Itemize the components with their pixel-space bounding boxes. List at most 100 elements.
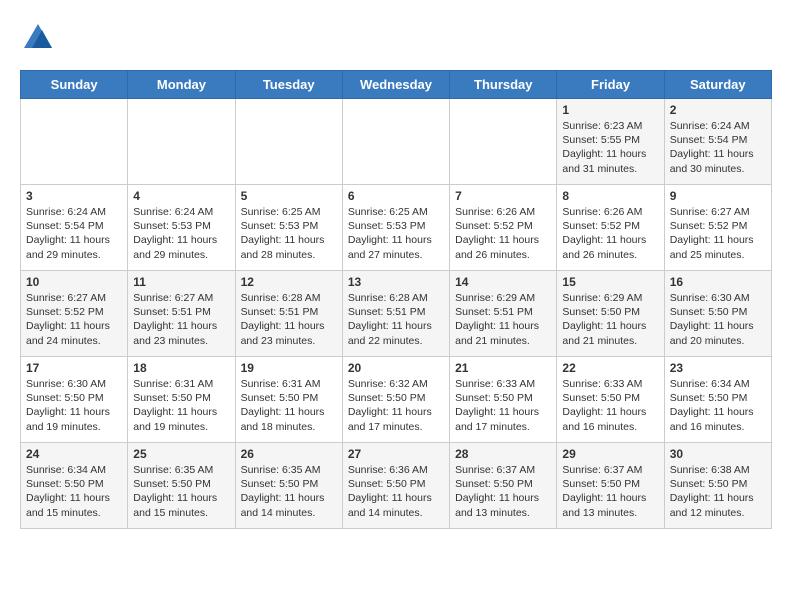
day-header-monday: Monday <box>128 71 235 99</box>
day-cell: 29 Sunrise: 6:37 AM Sunset: 5:50 PM Dayli… <box>557 443 664 529</box>
day-cell: 24 Sunrise: 6:34 AM Sunset: 5:50 PM Dayli… <box>21 443 128 529</box>
logo <box>20 20 60 56</box>
day-info: Sunrise: 6:24 AM Sunset: 5:54 PM Dayligh… <box>26 205 122 262</box>
week-row-3: 10 Sunrise: 6:27 AM Sunset: 5:52 PM Dayli… <box>21 271 772 357</box>
day-number: 27 <box>348 447 444 461</box>
day-info: Sunrise: 6:29 AM Sunset: 5:51 PM Dayligh… <box>455 291 551 348</box>
day-cell: 18 Sunrise: 6:31 AM Sunset: 5:50 PM Dayli… <box>128 357 235 443</box>
day-info: Sunrise: 6:38 AM Sunset: 5:50 PM Dayligh… <box>670 463 766 520</box>
day-number: 21 <box>455 361 551 375</box>
day-cell: 5 Sunrise: 6:25 AM Sunset: 5:53 PM Daylig… <box>235 185 342 271</box>
page: SundayMondayTuesdayWednesdayThursdayFrid… <box>0 0 792 539</box>
day-number: 4 <box>133 189 229 203</box>
day-info: Sunrise: 6:26 AM Sunset: 5:52 PM Dayligh… <box>455 205 551 262</box>
day-number: 14 <box>455 275 551 289</box>
day-number: 30 <box>670 447 766 461</box>
day-cell: 14 Sunrise: 6:29 AM Sunset: 5:51 PM Dayli… <box>450 271 557 357</box>
day-cell: 10 Sunrise: 6:27 AM Sunset: 5:52 PM Dayli… <box>21 271 128 357</box>
day-cell: 2 Sunrise: 6:24 AM Sunset: 5:54 PM Daylig… <box>664 99 771 185</box>
day-number: 25 <box>133 447 229 461</box>
calendar-body: 1 Sunrise: 6:23 AM Sunset: 5:55 PM Daylig… <box>21 99 772 529</box>
day-info: Sunrise: 6:28 AM Sunset: 5:51 PM Dayligh… <box>241 291 337 348</box>
day-number: 8 <box>562 189 658 203</box>
day-number: 29 <box>562 447 658 461</box>
day-info: Sunrise: 6:27 AM Sunset: 5:52 PM Dayligh… <box>26 291 122 348</box>
day-info: Sunrise: 6:31 AM Sunset: 5:50 PM Dayligh… <box>241 377 337 434</box>
day-info: Sunrise: 6:32 AM Sunset: 5:50 PM Dayligh… <box>348 377 444 434</box>
day-number: 11 <box>133 275 229 289</box>
day-cell <box>21 99 128 185</box>
day-info: Sunrise: 6:35 AM Sunset: 5:50 PM Dayligh… <box>133 463 229 520</box>
day-info: Sunrise: 6:35 AM Sunset: 5:50 PM Dayligh… <box>241 463 337 520</box>
day-cell: 7 Sunrise: 6:26 AM Sunset: 5:52 PM Daylig… <box>450 185 557 271</box>
day-cell: 22Sunrise: 6:33 AM Sunset: 5:50 PM Dayli… <box>557 357 664 443</box>
week-row-4: 17Sunrise: 6:30 AM Sunset: 5:50 PM Dayli… <box>21 357 772 443</box>
logo-icon <box>20 20 56 56</box>
day-header-sunday: Sunday <box>21 71 128 99</box>
day-number: 13 <box>348 275 444 289</box>
day-cell: 15 Sunrise: 6:29 AM Sunset: 5:50 PM Dayli… <box>557 271 664 357</box>
day-cell <box>235 99 342 185</box>
day-cell <box>128 99 235 185</box>
day-cell <box>450 99 557 185</box>
day-cell: 20 Sunrise: 6:32 AM Sunset: 5:50 PM Dayli… <box>342 357 449 443</box>
day-info: Sunrise: 6:27 AM Sunset: 5:51 PM Dayligh… <box>133 291 229 348</box>
week-row-5: 24 Sunrise: 6:34 AM Sunset: 5:50 PM Dayli… <box>21 443 772 529</box>
day-number: 1 <box>562 103 658 117</box>
day-info: Sunrise: 6:34 AM Sunset: 5:50 PM Dayligh… <box>26 463 122 520</box>
day-cell: 9 Sunrise: 6:27 AM Sunset: 5:52 PM Daylig… <box>664 185 771 271</box>
day-cell: 1 Sunrise: 6:23 AM Sunset: 5:55 PM Daylig… <box>557 99 664 185</box>
day-number: 23 <box>670 361 766 375</box>
day-info: Sunrise: 6:31 AM Sunset: 5:50 PM Dayligh… <box>133 377 229 434</box>
day-number: 5 <box>241 189 337 203</box>
day-info: Sunrise: 6:30 AM Sunset: 5:50 PM Dayligh… <box>670 291 766 348</box>
day-number: 26 <box>241 447 337 461</box>
calendar-header: SundayMondayTuesdayWednesdayThursdayFrid… <box>21 71 772 99</box>
day-info: Sunrise: 6:25 AM Sunset: 5:53 PM Dayligh… <box>241 205 337 262</box>
day-cell: 19 Sunrise: 6:31 AM Sunset: 5:50 PM Dayli… <box>235 357 342 443</box>
day-cell: 27 Sunrise: 6:36 AM Sunset: 5:50 PM Dayli… <box>342 443 449 529</box>
day-number: 2 <box>670 103 766 117</box>
day-info: Sunrise: 6:34 AM Sunset: 5:50 PM Dayligh… <box>670 377 766 434</box>
day-number: 16 <box>670 275 766 289</box>
day-number: 9 <box>670 189 766 203</box>
header <box>20 20 772 56</box>
week-row-1: 1 Sunrise: 6:23 AM Sunset: 5:55 PM Daylig… <box>21 99 772 185</box>
day-header-saturday: Saturday <box>664 71 771 99</box>
day-header-tuesday: Tuesday <box>235 71 342 99</box>
day-info: Sunrise: 6:28 AM Sunset: 5:51 PM Dayligh… <box>348 291 444 348</box>
day-info: Sunrise: 6:25 AM Sunset: 5:53 PM Dayligh… <box>348 205 444 262</box>
day-number: 10 <box>26 275 122 289</box>
day-cell: 3 Sunrise: 6:24 AM Sunset: 5:54 PM Daylig… <box>21 185 128 271</box>
day-info: Sunrise: 6:27 AM Sunset: 5:52 PM Dayligh… <box>670 205 766 262</box>
day-number: 20 <box>348 361 444 375</box>
day-info: Sunrise: 6:29 AM Sunset: 5:50 PM Dayligh… <box>562 291 658 348</box>
day-info: Sunrise: 6:36 AM Sunset: 5:50 PM Dayligh… <box>348 463 444 520</box>
day-number: 15 <box>562 275 658 289</box>
day-info: Sunrise: 6:37 AM Sunset: 5:50 PM Dayligh… <box>455 463 551 520</box>
day-cell: 16 Sunrise: 6:30 AM Sunset: 5:50 PM Dayli… <box>664 271 771 357</box>
day-number: 18 <box>133 361 229 375</box>
day-cell: 8Sunrise: 6:26 AM Sunset: 5:52 PM Daylig… <box>557 185 664 271</box>
day-header-friday: Friday <box>557 71 664 99</box>
day-number: 24 <box>26 447 122 461</box>
day-number: 7 <box>455 189 551 203</box>
day-info: Sunrise: 6:37 AM Sunset: 5:50 PM Dayligh… <box>562 463 658 520</box>
day-info: Sunrise: 6:30 AM Sunset: 5:50 PM Dayligh… <box>26 377 122 434</box>
day-info: Sunrise: 6:33 AM Sunset: 5:50 PM Dayligh… <box>455 377 551 434</box>
day-cell: 23 Sunrise: 6:34 AM Sunset: 5:50 PM Dayli… <box>664 357 771 443</box>
day-cell: 17Sunrise: 6:30 AM Sunset: 5:50 PM Dayli… <box>21 357 128 443</box>
day-cell: 25 Sunrise: 6:35 AM Sunset: 5:50 PM Dayli… <box>128 443 235 529</box>
day-cell: 28 Sunrise: 6:37 AM Sunset: 5:50 PM Dayli… <box>450 443 557 529</box>
day-number: 3 <box>26 189 122 203</box>
day-cell: 11 Sunrise: 6:27 AM Sunset: 5:51 PM Dayli… <box>128 271 235 357</box>
day-number: 28 <box>455 447 551 461</box>
day-number: 6 <box>348 189 444 203</box>
day-header-thursday: Thursday <box>450 71 557 99</box>
day-info: Sunrise: 6:24 AM Sunset: 5:54 PM Dayligh… <box>670 119 766 176</box>
day-info: Sunrise: 6:23 AM Sunset: 5:55 PM Dayligh… <box>562 119 658 176</box>
week-row-2: 3 Sunrise: 6:24 AM Sunset: 5:54 PM Daylig… <box>21 185 772 271</box>
day-cell: 30 Sunrise: 6:38 AM Sunset: 5:50 PM Dayli… <box>664 443 771 529</box>
day-number: 19 <box>241 361 337 375</box>
day-number: 12 <box>241 275 337 289</box>
